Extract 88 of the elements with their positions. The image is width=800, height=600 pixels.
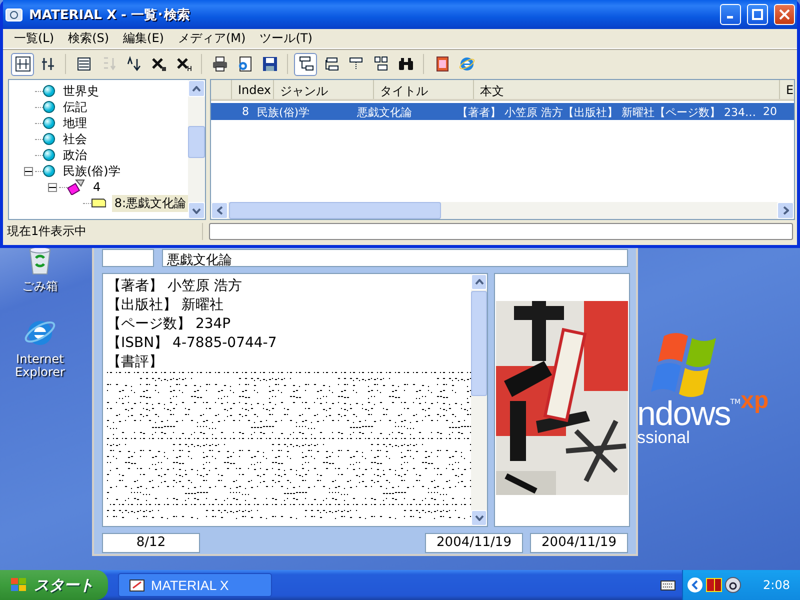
app-icon: [5, 6, 23, 22]
expand-toggle[interactable]: [24, 166, 32, 176]
columns-icon: [40, 56, 56, 72]
ball-icon: [43, 117, 55, 129]
toolbar-button[interactable]: [294, 52, 317, 76]
tree-item[interactable]: 民族(俗)学: [61, 162, 122, 180]
binoculars-icon: [398, 56, 414, 72]
toolbar-button[interactable]: [11, 52, 34, 76]
column-header[interactable]: E: [780, 80, 794, 99]
table-cell: 悪戯文化論: [353, 103, 453, 120]
tree-item[interactable]: 4: [91, 180, 103, 194]
menu-item[interactable]: 編集(E): [116, 30, 171, 47]
column-header[interactable]: Index: [232, 80, 274, 99]
close-button[interactable]: [774, 4, 795, 25]
ball-icon: [43, 133, 55, 145]
ball-icon: [43, 85, 55, 97]
column-header[interactable]: 本文: [474, 80, 780, 99]
info-field: 2004/11/19: [530, 533, 628, 553]
maximize-icon: [752, 9, 763, 20]
save-icon: [262, 56, 278, 72]
desktop-icon-label[interactable]: ごみ箱: [22, 280, 58, 293]
tree-item[interactable]: 世界史: [61, 82, 101, 100]
scrollbar-thumb[interactable]: [471, 291, 487, 396]
scrollbar-thumb[interactable]: [188, 126, 205, 158]
detail-line: 【ページ数】 234P: [107, 315, 232, 334]
menu-item[interactable]: 一覧(L): [7, 30, 62, 47]
title-field[interactable]: 悪戯文化論: [162, 249, 628, 267]
globe-icon: [725, 577, 741, 593]
clock: 2:08: [763, 578, 790, 592]
clear-icon: [150, 56, 166, 72]
column-header[interactable]: ジャンル: [274, 80, 374, 99]
detail-line: 【ISBN】 4-7885-0744-7: [107, 334, 278, 353]
tree-item[interactable]: 地理: [61, 114, 89, 132]
detail-line: 【著者】 小笠原 浩方: [107, 277, 243, 296]
tree-icon: [298, 56, 314, 72]
text-area[interactable]: 【著者】 小笠原 浩方 【出版社】 新曜社 【ページ数】 234P 【ISBN】 4-7885-0744-7 【書評】: [102, 273, 488, 527]
close-icon: [779, 9, 790, 20]
window-icon: [129, 578, 145, 592]
scrollbar[interactable]: [471, 274, 487, 526]
browser-icon: [458, 56, 474, 72]
menu-item[interactable]: 検索(S): [61, 30, 116, 47]
tree-icon: [372, 56, 388, 72]
browser-page-icon: [236, 56, 252, 72]
detail-line: 【書評】: [107, 353, 164, 372]
tree-item[interactable]: 8:悪戯文化論: [112, 194, 188, 212]
scrollbar-thumb[interactable]: [229, 202, 441, 219]
table-cell: 民族(俗)学: [253, 103, 353, 120]
marker-icon: [67, 179, 85, 195]
expand-toggle[interactable]: [48, 182, 56, 192]
book-icon: [434, 56, 450, 72]
tree-item[interactable]: 伝記: [61, 98, 89, 116]
table-cell: 20: [759, 103, 794, 120]
maximize-button[interactable]: [747, 4, 768, 25]
detail-line: 【出版社】 新曜社: [107, 296, 224, 315]
small-button[interactable]: [102, 249, 154, 267]
window-title: MATERIAL X - 一覧･検索: [29, 6, 191, 24]
info-field: 8/12: [102, 533, 200, 553]
chevron-icon: [687, 577, 703, 593]
ball-icon: [43, 101, 55, 113]
menu-item[interactable]: メディア(M): [171, 30, 253, 47]
tree-item[interactable]: 政治: [61, 146, 89, 164]
keyboard-icon: [660, 579, 676, 591]
clear-icon: [176, 56, 192, 72]
columns-icon: [14, 56, 30, 72]
security-icon: [706, 577, 722, 593]
ball-icon: [43, 165, 55, 177]
scrollbar[interactable]: [188, 80, 205, 219]
minimize-button[interactable]: [720, 4, 741, 25]
tree-icon: [322, 56, 338, 72]
table-cell: 8: [211, 103, 253, 120]
print-icon: [212, 56, 228, 72]
tag-icon: [90, 198, 106, 208]
list-icon: [76, 56, 92, 72]
info-field: 2004/11/19: [425, 533, 523, 553]
tree-icon: [348, 56, 364, 72]
taskbar-button[interactable]: MATERIAL X: [118, 573, 272, 597]
sort-icon: [126, 56, 142, 72]
table-cell: 【著者】 小笠原 浩方【出版社】 新曜社【ページ数】 234…: [453, 103, 759, 120]
desktop-icon-label[interactable]: Internet Explorer: [10, 353, 70, 379]
scrollbar[interactable]: [211, 202, 794, 219]
logo-suffix: xp: [740, 390, 769, 412]
column-header[interactable]: タイトル: [374, 80, 474, 99]
status-text: 現在1件表示中: [7, 223, 203, 240]
ball-icon: [43, 149, 55, 161]
menu-item[interactable]: ツール(T): [252, 30, 320, 47]
tree-item[interactable]: 社会: [61, 130, 89, 148]
list-row[interactable]: 8 民族(俗)学 悪戯文化論 【著者】 小笠原 浩方【出版社】 新曜社【ページ数】 234… 20: [211, 103, 794, 120]
windows-flag-icon: [10, 577, 28, 593]
